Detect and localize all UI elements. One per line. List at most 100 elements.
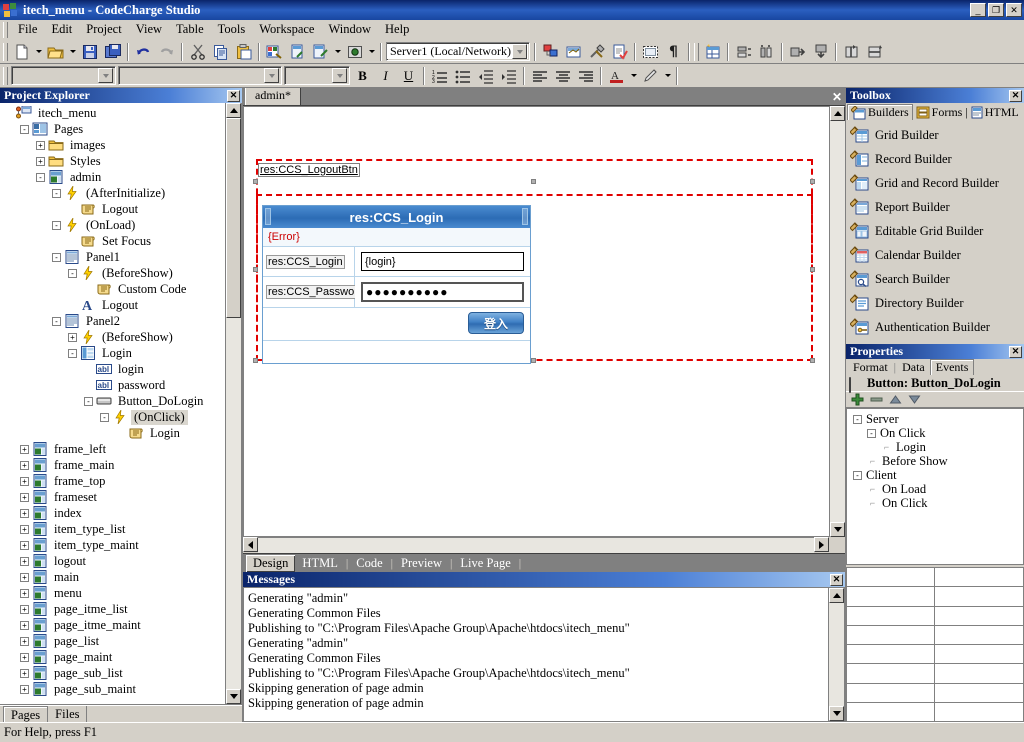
collapse-icon[interactable]: - (68, 268, 77, 278)
maximize-button[interactable]: ❐ (988, 3, 1004, 17)
expand-icon[interactable]: + (68, 332, 77, 342)
expand-icon[interactable]: + (20, 668, 29, 678)
scroll-track[interactable] (258, 537, 814, 553)
align-center-icon[interactable] (551, 65, 574, 87)
tree-item[interactable]: + frameset (0, 489, 225, 505)
redo-icon[interactable] (155, 41, 178, 63)
scroll-down-button[interactable] (226, 689, 241, 704)
tab-live-page[interactable]: Live Page (453, 555, 517, 572)
move-down-icon[interactable] (908, 393, 921, 406)
expand-icon[interactable]: + (20, 540, 29, 550)
property-name-cell[interactable] (847, 702, 935, 721)
login-submit-button[interactable]: 登入 (468, 312, 524, 334)
property-grid-row[interactable] (847, 683, 1023, 703)
event-tree-item[interactable]: ⌐ On Click (849, 496, 1021, 510)
event-tree-item[interactable]: - Server (849, 412, 1021, 426)
menubar-gripper[interactable] (3, 21, 8, 38)
tree-item[interactable]: + page_sub_maint (0, 681, 225, 697)
show-borders-icon[interactable] (639, 41, 662, 63)
publish-dropdown-icon[interactable] (332, 41, 343, 63)
publish-page-icon[interactable] (286, 41, 309, 63)
expand-icon[interactable]: + (20, 636, 29, 646)
scroll-up-button[interactable] (226, 103, 241, 118)
tree-item[interactable]: + page_itme_maint (0, 617, 225, 633)
scroll-track[interactable] (830, 121, 845, 522)
event-tree-item[interactable]: ⌐ On Load (849, 482, 1021, 496)
collapse-icon[interactable]: - (867, 428, 876, 438)
merge-down-icon[interactable] (809, 41, 832, 63)
open-folder-icon[interactable] (44, 41, 67, 63)
tab-html[interactable]: HTML (968, 104, 1022, 120)
scroll-down-button[interactable] (830, 522, 845, 537)
tools-icon[interactable] (585, 41, 608, 63)
menu-tools[interactable]: Tools (211, 20, 253, 39)
insert-column-icon[interactable] (755, 41, 778, 63)
insert-row-icon[interactable] (732, 41, 755, 63)
expand-icon[interactable]: + (20, 508, 29, 518)
expand-icon[interactable]: + (20, 524, 29, 534)
tree-item[interactable]: Custom Code (0, 281, 225, 297)
cut-icon[interactable] (186, 41, 209, 63)
tree-item[interactable]: - Panel2 (0, 313, 225, 329)
toolbox-item[interactable]: Grid and Record Builder (849, 171, 1024, 195)
project-settings-icon[interactable] (539, 41, 562, 63)
server-select[interactable]: Server1 (Local/Network) (386, 42, 530, 61)
logout-button-placeholder[interactable]: res:CCS_LogoutBtn (258, 163, 360, 177)
font-color-dropdown-icon[interactable] (628, 65, 639, 87)
canvas-vertical-scrollbar[interactable] (829, 106, 845, 537)
expand-icon[interactable]: + (20, 556, 29, 566)
publish-all-icon[interactable] (309, 41, 332, 63)
highlight-dropdown-icon[interactable] (662, 65, 673, 87)
close-icon[interactable]: ✕ (1009, 89, 1022, 102)
tab-code[interactable]: Code (349, 555, 389, 572)
expand-icon[interactable]: + (20, 492, 29, 502)
events-tree[interactable]: - Server - On Click ⌐ Login ⌐ Before Show - … (846, 408, 1024, 565)
chevron-down-icon[interactable] (264, 68, 279, 83)
chevron-down-icon[interactable] (512, 44, 527, 59)
selection-handle[interactable] (531, 179, 536, 184)
paragraph-marks-icon[interactable]: ¶ (662, 41, 685, 63)
tab-data[interactable]: Data (897, 360, 930, 375)
property-grid-row[interactable] (847, 645, 1023, 665)
tab-forms[interactable]: Forms (913, 104, 966, 120)
tree-item[interactable]: abl login (0, 361, 225, 377)
property-value-cell[interactable] (935, 664, 1023, 682)
tree-item[interactable]: - (OnLoad) (0, 217, 225, 233)
toolbox-list[interactable]: Grid Builder Record Builder Grid and Recor… (846, 120, 1024, 342)
selection-handle[interactable] (810, 179, 815, 184)
expand-icon[interactable]: + (20, 684, 29, 694)
scroll-track[interactable] (829, 603, 844, 706)
expand-icon[interactable]: + (20, 476, 29, 486)
scroll-thumb[interactable] (226, 118, 241, 318)
document-tab-admin[interactable]: admin* (245, 88, 301, 105)
selection-handle[interactable] (531, 358, 536, 363)
expand-icon[interactable]: + (20, 444, 29, 454)
move-up-icon[interactable] (889, 393, 902, 406)
tree-item[interactable]: - (BeforeShow) (0, 265, 225, 281)
toolbox-item[interactable]: Editable Grid Builder (849, 219, 1024, 243)
scroll-left-button[interactable] (243, 537, 258, 552)
event-tree-item[interactable]: - Client (849, 468, 1021, 482)
tree-item[interactable]: - Button_DoLogin (0, 393, 225, 409)
tree-item[interactable]: + frame_main (0, 457, 225, 473)
close-document-icon[interactable]: ✕ (829, 90, 845, 105)
tab-files[interactable]: Files (48, 706, 88, 722)
collapse-icon[interactable]: - (52, 316, 61, 326)
minimize-button[interactable]: _ (970, 3, 986, 17)
bulleted-list-icon[interactable] (451, 65, 474, 87)
property-name-cell[interactable] (847, 645, 935, 664)
tab-design[interactable]: Design (246, 554, 296, 572)
tree-item[interactable]: + page_itme_list (0, 601, 225, 617)
tab-builders[interactable]: Builders (847, 104, 913, 120)
tree-item[interactable]: Login (0, 425, 225, 441)
property-name-cell[interactable] (847, 664, 935, 683)
menu-edit[interactable]: Edit (44, 20, 79, 39)
font-color-icon[interactable]: A (605, 65, 628, 87)
close-icon[interactable]: ✕ (227, 89, 240, 102)
table-toolbar-gripper[interactable] (694, 42, 699, 61)
canvas-horizontal-scrollbar[interactable] (243, 537, 845, 553)
menu-workspace[interactable]: Workspace (252, 20, 321, 39)
highlight-icon[interactable] (639, 65, 662, 87)
live-page-dropdown-icon[interactable] (366, 41, 377, 63)
event-tree-item[interactable]: ⌐ Before Show (849, 454, 1021, 468)
